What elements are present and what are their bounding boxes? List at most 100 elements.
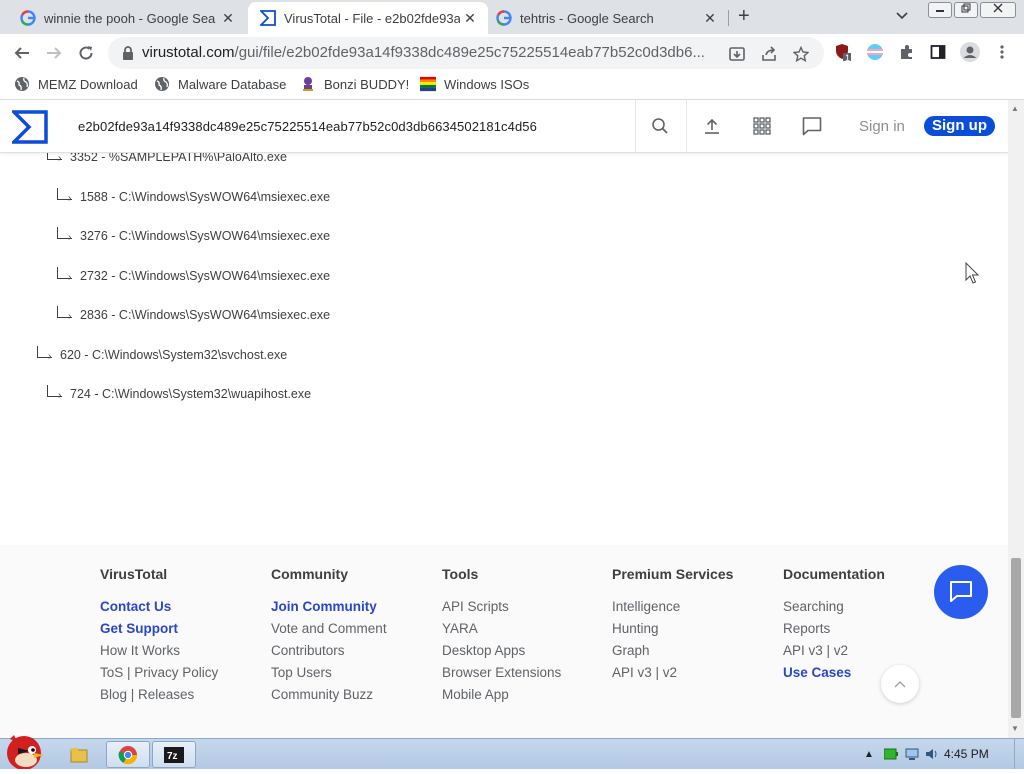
chrome-taskbar-button[interactable] [106, 741, 150, 768]
start-button-angry-bird-icon[interactable] [0, 731, 50, 770]
system-clock[interactable]: 4:45 PM [944, 747, 989, 761]
footer-heading: Community [271, 566, 348, 582]
scroll-to-top-button[interactable] [881, 665, 919, 703]
footer-link[interactable]: Get Support [100, 618, 218, 640]
show-hidden-icons-icon[interactable]: ▲ [862, 748, 876, 760]
close-tab-icon[interactable]: ✕ [218, 10, 238, 27]
process-tree-item[interactable]: › 724 - C:\Windows\System32\wuapihost.ex… [44, 385, 311, 401]
tree-branch-arrow-icon: › [34, 346, 56, 362]
windows-flag-icon [420, 76, 436, 92]
sign-in-link[interactable]: Sign in [859, 118, 905, 135]
footer-link[interactable]: ToS | Privacy Policy [100, 662, 218, 684]
footer-link[interactable]: Top Users [271, 662, 387, 684]
chat-support-button[interactable] [934, 565, 988, 619]
restore-window-button[interactable] [954, 2, 978, 18]
process-tree-item[interactable]: › 1588 - C:\Windows\SysWOW64\msiexec.exe [54, 188, 330, 204]
footer-link[interactable]: Intelligence [612, 596, 733, 618]
virustotal-icon [260, 10, 276, 26]
chrome-icon [118, 745, 137, 764]
tab-search-chevron-icon[interactable] [896, 8, 908, 23]
forward-arrow-icon[interactable] [42, 41, 66, 65]
side-panel-icon[interactable] [929, 43, 947, 61]
tree-branch-arrow-icon: › [54, 306, 76, 322]
footer-column-tools: Tools API Scripts YARA Desktop Apps Brow… [442, 566, 561, 706]
page-scrollbar[interactable]: ▲ ▼ [1008, 100, 1024, 738]
footer-link[interactable]: Contact Us [100, 596, 218, 618]
tab-tehtris[interactable]: tehtris - Google Search ✕ [476, 2, 728, 34]
footer-heading: Premium Services [612, 566, 734, 582]
process-label: 2732 - C:\Windows\SysWOW64\msiexec.exe [80, 269, 331, 283]
close-window-button[interactable] [980, 2, 1016, 18]
bookmark-bonzi-buddy[interactable]: Bonzi BUDDY! [300, 76, 409, 92]
footer-link[interactable]: API v3 | v2 [783, 640, 885, 662]
network-icon[interactable] [905, 748, 919, 760]
footer-link[interactable]: YARA [442, 618, 561, 640]
footer-link[interactable]: Vote and Comment [271, 618, 387, 640]
reload-icon[interactable] [74, 41, 98, 65]
footer-link[interactable]: Searching [783, 596, 885, 618]
address-bar[interactable]: virustotal.com/gui/file/e2b02fde93a14f93… [108, 37, 824, 69]
footer-link[interactable]: API Scripts [442, 596, 561, 618]
footer-link[interactable]: Blog | Releases [100, 684, 218, 706]
scrollbar-thumb[interactable] [1011, 558, 1021, 718]
bookmarks-bar: MEMZ Download Malware Database Bonzi BUD… [0, 72, 1024, 100]
tab-virustotal[interactable]: VirusTotal - File - e2b02fde93a ✕ [248, 2, 488, 34]
close-tab-icon[interactable]: ✕ [700, 10, 720, 27]
apps-grid-icon[interactable] [751, 115, 773, 137]
footer-link[interactable]: Use Cases [783, 662, 885, 684]
process-tree-item[interactable]: › 2732 - C:\Windows\SysWOW64\msiexec.exe [54, 267, 330, 283]
footer-link[interactable]: Community Buzz [271, 684, 387, 706]
process-tree-item[interactable]: › 620 - C:\Windows\System32\svchost.exe [34, 346, 287, 362]
explorer-taskbar-icon[interactable] [62, 741, 96, 768]
install-app-icon[interactable] [728, 45, 746, 63]
comment-icon[interactable] [801, 115, 823, 137]
shield-extension-icon[interactable]: 1 [834, 43, 852, 63]
footer-link[interactable]: Join Community [271, 596, 387, 618]
process-tree-item[interactable]: › 2836 - C:\Windows\SysWOW64\msiexec.exe [54, 306, 330, 322]
sign-up-button[interactable]: Sign up [924, 116, 995, 136]
lock-icon[interactable] [120, 45, 136, 61]
minimize-window-button[interactable] [928, 2, 952, 18]
puzzle-extensions-icon[interactable] [898, 43, 916, 61]
page-footer: VirusTotal Contact Us Get Support How It… [0, 545, 1008, 738]
new-tab-button[interactable]: + [738, 5, 750, 28]
bookmark-memz[interactable]: MEMZ Download [14, 76, 138, 92]
scroll-down-arrow-icon[interactable]: ▼ [1011, 724, 1019, 733]
footer-link[interactable]: API v3 | v2 [612, 662, 733, 684]
pride-extension-icon[interactable] [866, 43, 884, 61]
footer-link[interactable]: Reports [783, 618, 885, 640]
footer-link[interactable]: How It Works [100, 640, 218, 662]
footer-link[interactable]: Hunting [612, 618, 733, 640]
footer-link[interactable]: Desktop Apps [442, 640, 561, 662]
battery-icon[interactable] [884, 748, 898, 760]
tab-winnie[interactable]: winnie the pooh - Google Sea ✕ [0, 2, 246, 34]
more-menu-icon[interactable] [993, 43, 1011, 61]
google-icon [496, 10, 512, 26]
bookmark-malware-database[interactable]: Malware Database [154, 76, 286, 92]
bonzi-icon [300, 76, 316, 92]
volume-icon[interactable] [925, 748, 939, 760]
extension-badge: 1 [845, 53, 851, 63]
search-input[interactable]: e2b02fde93a14f9338dc489e25c75225514eab77… [78, 119, 537, 134]
bookmark-windows-isos[interactable]: Windows ISOs [420, 76, 529, 92]
process-label: 724 - C:\Windows\System32\wuapihost.exe [70, 387, 312, 401]
tree-branch-arrow-icon: › [54, 188, 76, 204]
profile-avatar-icon[interactable] [960, 42, 980, 62]
virustotal-logo-icon[interactable] [9, 110, 48, 144]
upload-icon[interactable] [701, 115, 723, 137]
globe-icon [14, 76, 30, 92]
footer-link[interactable]: Browser Extensions [442, 662, 561, 684]
back-arrow-icon[interactable] [10, 41, 34, 65]
footer-link[interactable]: Contributors [271, 640, 387, 662]
footer-link[interactable]: Mobile App [442, 684, 561, 706]
bookmark-star-icon[interactable] [792, 45, 810, 63]
tab-title: VirusTotal - File - e2b02fde93a [284, 10, 460, 26]
scroll-up-arrow-icon[interactable]: ▲ [1011, 104, 1019, 113]
tree-branch-arrow-icon: › [54, 227, 76, 243]
search-icon[interactable] [649, 115, 671, 137]
share-icon[interactable] [760, 45, 778, 63]
show-desktop-button[interactable] [1014, 739, 1024, 769]
process-tree-item[interactable]: › 3276 - C:\Windows\SysWOW64\msiexec.exe [54, 227, 330, 243]
7zip-taskbar-button[interactable]: 7z [152, 741, 196, 768]
footer-link[interactable]: Graph [612, 640, 733, 662]
